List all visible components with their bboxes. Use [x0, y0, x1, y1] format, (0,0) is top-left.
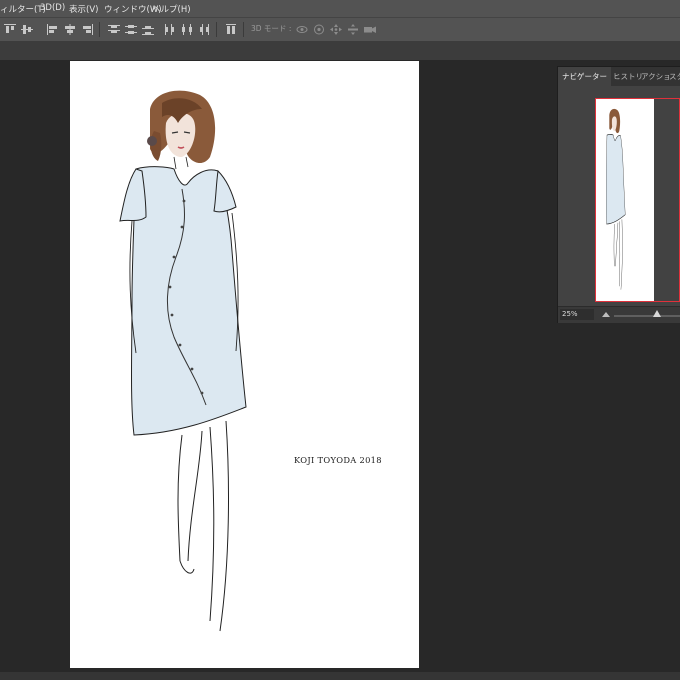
artist-signature: KOJI TOYODA 2018 — [294, 455, 382, 465]
roll-3d-icon[interactable] — [313, 24, 325, 35]
distribute-left-icon[interactable] — [164, 24, 176, 35]
align-top-icon[interactable] — [4, 24, 16, 35]
distribute-bottom-icon[interactable] — [142, 24, 154, 35]
distribute-right-icon[interactable] — [198, 24, 210, 35]
auto-align-icon[interactable] — [225, 24, 237, 35]
tab-styles[interactable]: スタ — [669, 67, 680, 86]
options-bar: 3D モード : — [0, 17, 680, 41]
status-bar — [0, 672, 680, 680]
right-panel-dock: ナビゲーター ヒストリ アクショ スタ 25% — [556, 60, 680, 680]
navigator-view-box[interactable] — [595, 98, 680, 302]
navigator-zoom-bar: 25% — [558, 306, 680, 323]
tab-navigator[interactable]: ナビゲーター — [558, 67, 611, 86]
navigator-preview[interactable] — [558, 86, 680, 306]
slide-3d-icon[interactable] — [347, 24, 359, 35]
video-camera-3d-icon[interactable] — [364, 24, 376, 35]
menu-3d[interactable]: 3D(D) — [40, 3, 65, 13]
panel-tab-bar: ナビゲーター ヒストリ アクショ スタ — [558, 67, 680, 86]
align-right-icon[interactable] — [81, 24, 93, 35]
menu-filter[interactable]: ィルター(T) — [0, 3, 46, 15]
zoom-out-icon[interactable] — [602, 311, 610, 317]
3d-mode-label: 3D モード : — [251, 24, 292, 33]
menu-bar: ィルター(T) 3D(D) 表示(V) ウィンドウ(W) ヘルプ(H) — [0, 0, 680, 17]
align-hcenter-icon[interactable] — [64, 24, 76, 35]
zoom-slider-thumb[interactable] — [653, 310, 661, 317]
pan-3d-icon[interactable] — [330, 24, 342, 35]
distribute-vcenter-icon[interactable] — [125, 24, 137, 35]
orbit-3d-icon[interactable] — [296, 24, 308, 35]
document-tab-strip — [0, 41, 680, 61]
tab-actions[interactable]: アクショ — [641, 67, 671, 86]
menu-view[interactable]: 表示(V) — [69, 3, 98, 15]
zoom-input[interactable]: 25% — [560, 309, 594, 320]
menu-help[interactable]: ヘルプ(H) — [152, 3, 191, 15]
tab-history[interactable]: ヒストリ — [613, 67, 643, 86]
align-left-icon[interactable] — [47, 24, 59, 35]
document-canvas[interactable] — [70, 61, 419, 668]
fashion-illustration — [119, 90, 247, 632]
distribute-top-icon[interactable] — [108, 24, 120, 35]
align-vcenter-icon[interactable] — [21, 24, 33, 35]
navigator-panel: ナビゲーター ヒストリ アクショ スタ 25% — [557, 66, 680, 323]
distribute-hcenter-icon[interactable] — [181, 24, 193, 35]
zoom-slider-track[interactable] — [614, 315, 680, 317]
toolbar-separator — [243, 22, 244, 37]
toolbar-separator — [216, 22, 217, 37]
toolbar-separator — [99, 22, 100, 37]
